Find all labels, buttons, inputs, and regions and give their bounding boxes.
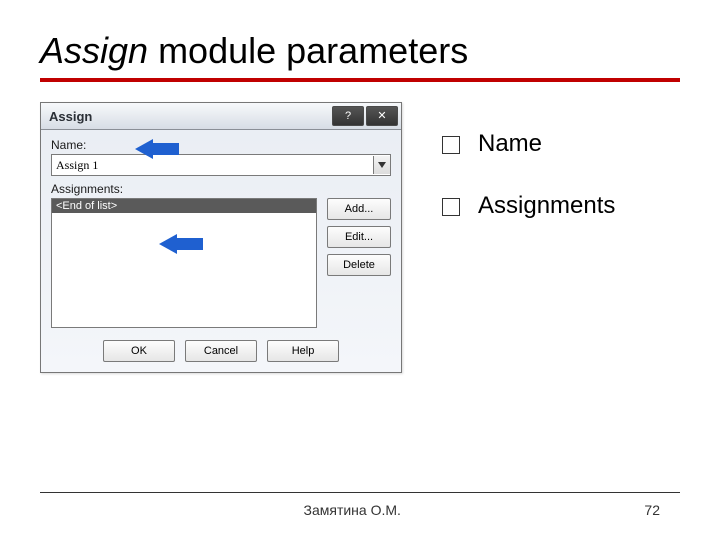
dialog-title: Assign [49, 109, 92, 124]
list-item[interactable]: <End of list> [52, 199, 316, 213]
title-rest: module parameters [148, 30, 468, 71]
footer-rule [40, 492, 680, 493]
chevron-down-icon [378, 162, 386, 168]
footer-author: Замятина О.М. [60, 502, 644, 518]
assignments-label: Assignments: [51, 182, 391, 196]
close-window-button[interactable]: ✕ [366, 106, 398, 126]
name-dropdown-button[interactable] [373, 156, 390, 174]
edit-button[interactable]: Edit... [327, 226, 391, 248]
slide-footer: Замятина О.М. 72 [0, 502, 720, 518]
name-label: Name: [51, 138, 391, 152]
bullet-list: Name Assignments [442, 130, 615, 373]
assignments-listbox[interactable]: <End of list> [51, 198, 317, 328]
title-underline [40, 78, 680, 82]
delete-button[interactable]: Delete [327, 254, 391, 276]
assign-dialog: Assign ? ✕ Name: [40, 102, 402, 373]
callout-arrow-name [135, 139, 179, 159]
help-window-button[interactable]: ? [332, 106, 364, 126]
bullet-label: Name [478, 130, 542, 158]
name-combobox[interactable] [51, 154, 391, 176]
list-item: Name [442, 130, 615, 158]
title-italic: Assign [40, 30, 148, 71]
list-item: Assignments [442, 192, 615, 220]
slide-title: Assign module parameters [40, 30, 680, 72]
dialog-titlebar: Assign ? ✕ [41, 103, 401, 130]
cancel-button[interactable]: Cancel [185, 340, 257, 362]
page-number: 72 [644, 502, 660, 518]
window-controls: ? ✕ [332, 106, 398, 126]
bullet-label: Assignments [478, 192, 615, 220]
name-input[interactable] [52, 156, 373, 174]
bullet-box-icon [442, 136, 460, 154]
callout-arrow-assignments [159, 234, 203, 254]
add-button[interactable]: Add... [327, 198, 391, 220]
ok-button[interactable]: OK [103, 340, 175, 362]
bullet-box-icon [442, 198, 460, 216]
help-button[interactable]: Help [267, 340, 339, 362]
